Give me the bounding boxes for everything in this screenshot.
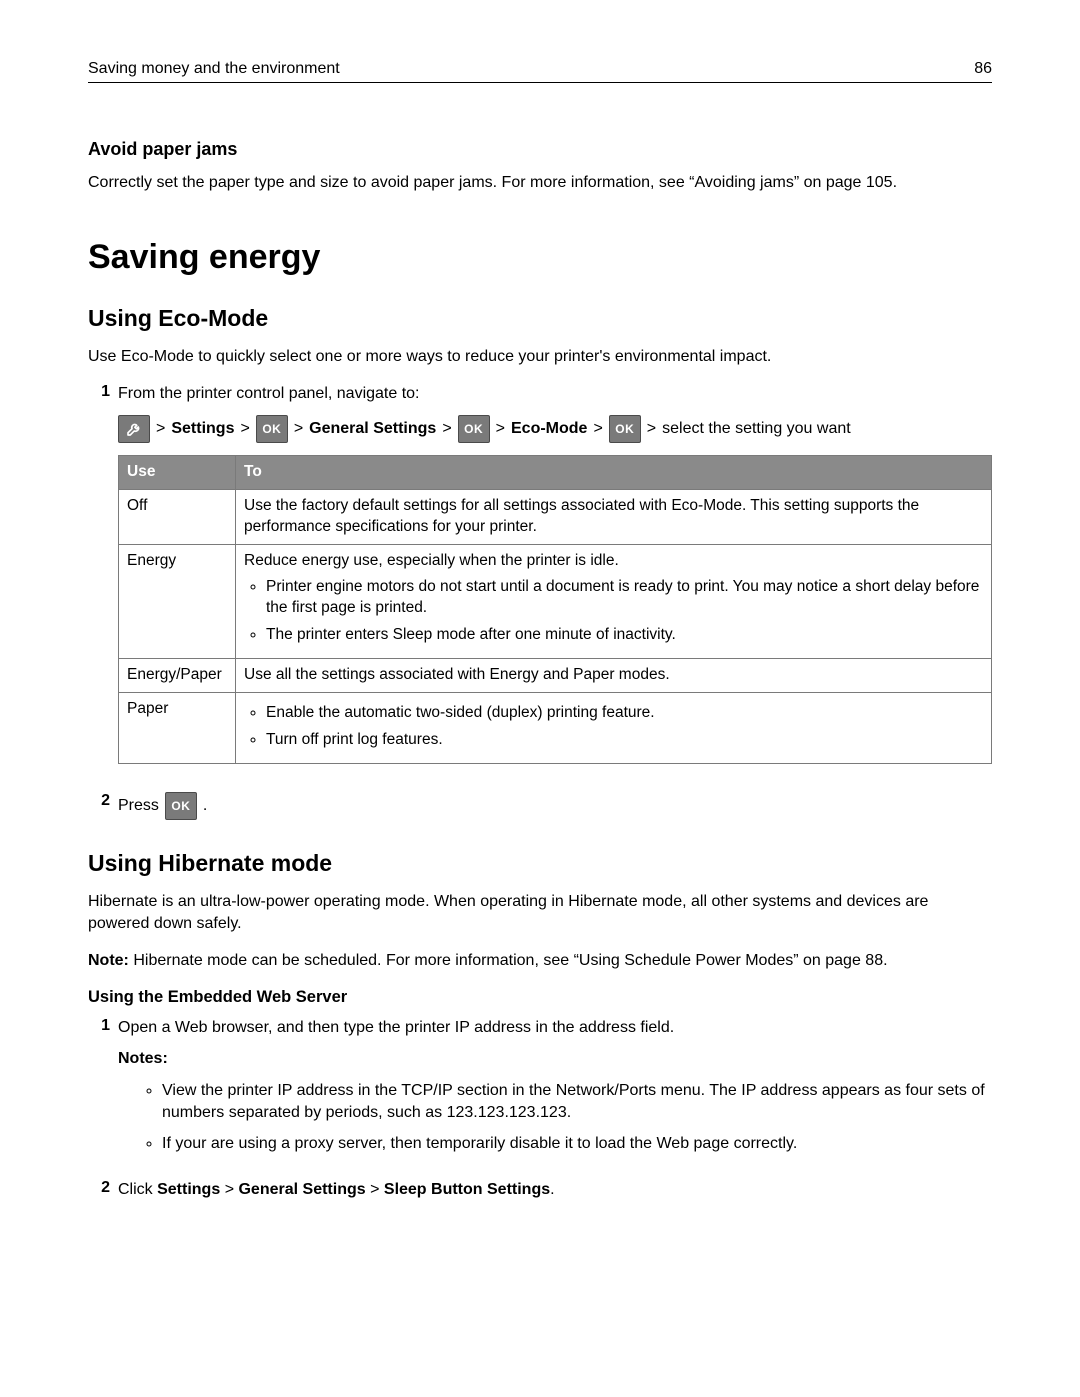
page: Saving money and the environment 86 Avoi…: [0, 0, 1080, 1397]
gt-separator: >: [225, 1181, 234, 1198]
crumb-settings: Settings: [157, 1181, 220, 1198]
step-number: 2: [88, 792, 110, 810]
cell-use: Off: [119, 489, 236, 544]
list-item: Printer engine motors do not start until…: [266, 577, 983, 619]
nav-settings: Settings: [171, 420, 234, 437]
gt-separator: >: [370, 1181, 379, 1198]
page-number: 86: [974, 60, 992, 78]
eco-step-2: 2 Press OK .: [88, 792, 992, 820]
note-label: Note:: [88, 952, 129, 969]
cell-to: Enable the automatic two-sided (duplex) …: [236, 693, 992, 764]
paragraph-hibernate-note: Note: Hibernate mode can be scheduled. F…: [88, 950, 992, 972]
gt-separator: >: [647, 418, 656, 440]
table-row: Off Use the factory default settings for…: [119, 489, 992, 544]
ok-icon: OK: [609, 415, 641, 443]
step-number: 1: [88, 383, 110, 401]
table-row: Paper Enable the automatic two-sided (du…: [119, 693, 992, 764]
ews-step-2: 2 Click Settings > General Settings > Sl…: [88, 1179, 992, 1201]
list-item: Enable the automatic two-sided (duplex) …: [266, 703, 983, 724]
step-number: 1: [88, 1017, 110, 1035]
cell-use: Energy/Paper: [119, 659, 236, 693]
th-to: To: [236, 455, 992, 489]
gt-separator: >: [496, 418, 505, 440]
heading-avoid-jams: Avoid paper jams: [88, 139, 992, 160]
paragraph-avoid-jams: Correctly set the paper type and size to…: [88, 172, 992, 194]
cell-use: Energy: [119, 544, 236, 659]
cell-to: Use all the settings associated with Ene…: [236, 659, 992, 693]
period: .: [550, 1181, 554, 1198]
note-text: Hibernate mode can be scheduled. For mor…: [129, 952, 888, 969]
step-text: Open a Web browser, and then type the pr…: [118, 1019, 674, 1036]
table-row: Energy/Paper Use all the settings associ…: [119, 659, 992, 693]
step-number: 2: [88, 1179, 110, 1197]
ok-icon: OK: [256, 415, 288, 443]
wrench-icon: [118, 415, 150, 443]
list-item: If your are using a proxy server, then t…: [162, 1133, 992, 1155]
eco-mode-table: Use To Off Use the factory default setti…: [118, 455, 992, 764]
cell-use: Paper: [119, 693, 236, 764]
step-text: From the printer control panel, navigate…: [118, 385, 420, 402]
nav-eco-mode: Eco-Mode: [511, 420, 587, 437]
header-title: Saving money and the environment: [88, 60, 340, 78]
list-item: The printer enters Sleep mode after one …: [266, 625, 983, 646]
cell-to: Use the factory default settings for all…: [236, 489, 992, 544]
crumb-sleep-button-settings: Sleep Button Settings: [384, 1181, 550, 1198]
cell-lead: Reduce energy use, especially when the p…: [244, 551, 983, 572]
ok-icon: OK: [458, 415, 490, 443]
list-item: Turn off print log features.: [266, 730, 983, 751]
gt-separator: >: [442, 418, 451, 440]
step-text: Press: [118, 795, 159, 817]
heading-saving-energy: Saving energy: [88, 238, 992, 277]
period: .: [203, 795, 207, 817]
eco-step-1: 1 From the printer control panel, naviga…: [88, 383, 992, 780]
gt-separator: >: [593, 418, 602, 440]
nav-path: > Settings > OK > General Settings > OK …: [118, 415, 992, 443]
cell-to: Reduce energy use, especially when the p…: [236, 544, 992, 659]
paragraph-hibernate: Hibernate is an ultra-low-power operatin…: [88, 891, 992, 934]
nav-general-settings: General Settings: [309, 420, 436, 437]
heading-hibernate: Using Hibernate mode: [88, 850, 992, 877]
heading-eco-mode: Using Eco-Mode: [88, 305, 992, 332]
th-use: Use: [119, 455, 236, 489]
gt-separator: >: [156, 418, 165, 440]
crumb-general-settings: General Settings: [238, 1181, 365, 1198]
gt-separator: >: [240, 418, 249, 440]
ok-icon: OK: [165, 792, 197, 820]
running-header: Saving money and the environment 86: [88, 60, 992, 83]
notes-label: Notes:: [118, 1048, 992, 1070]
paragraph-eco-intro: Use Eco-Mode to quickly select one or mo…: [88, 346, 992, 368]
list-item: View the printer IP address in the TCP/I…: [162, 1080, 992, 1123]
nav-tail: select the setting you want: [662, 418, 851, 440]
gt-separator: >: [294, 418, 303, 440]
ews-step-1: 1 Open a Web browser, and then type the …: [88, 1017, 992, 1167]
table-row: Energy Reduce energy use, especially whe…: [119, 544, 992, 659]
step-text-prefix: Click: [118, 1181, 157, 1198]
heading-ews: Using the Embedded Web Server: [88, 988, 992, 1007]
